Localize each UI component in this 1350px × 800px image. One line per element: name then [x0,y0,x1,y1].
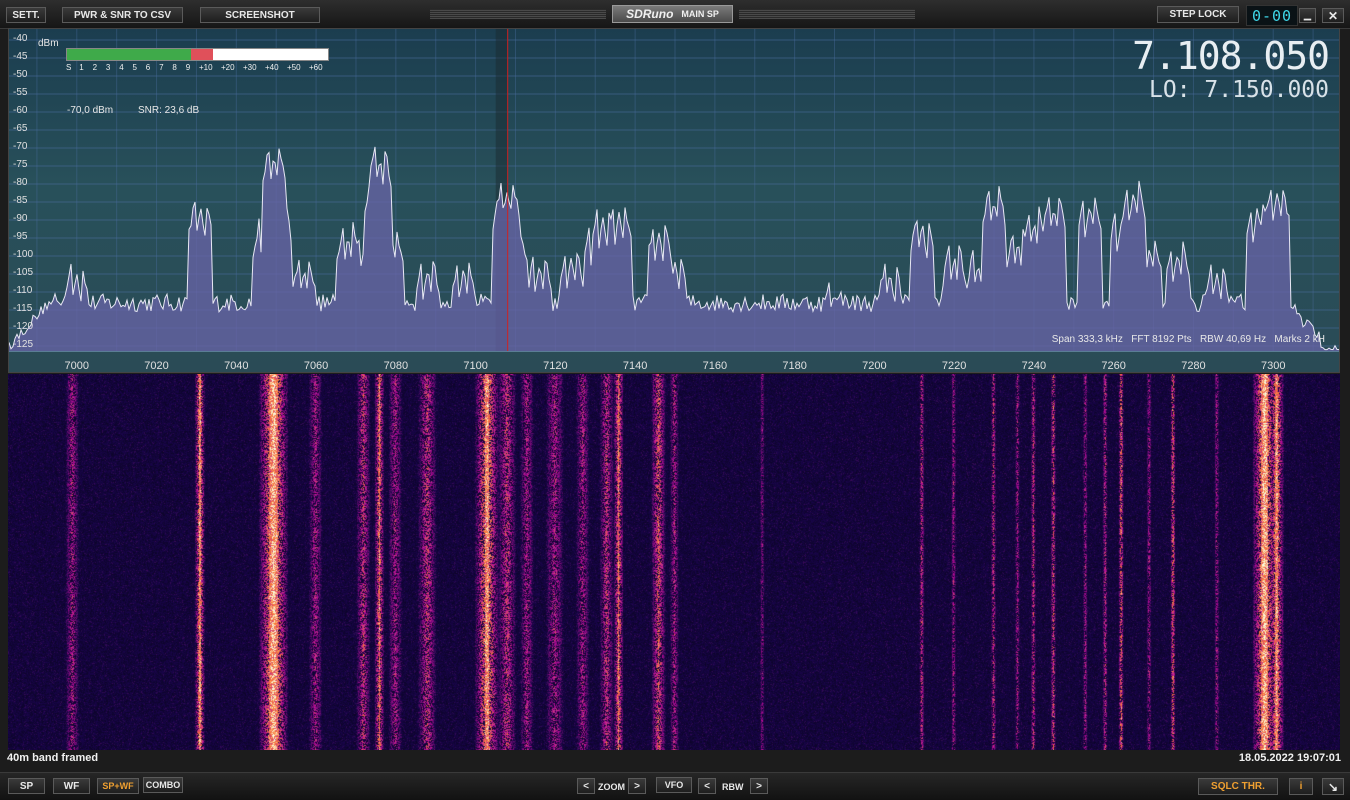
sp-mode-button[interactable]: SP [8,778,45,794]
waterfall-canvas[interactable] [8,374,1340,750]
rbw-label: RBW [722,782,744,792]
zoom-label: ZOOM [598,782,625,792]
spectrum-info: Span 333,3 kHz FFT 8192 Pts RBW 40,69 Hz… [1051,334,1325,345]
zoom-out-button[interactable]: < [577,778,595,794]
screenshot-button[interactable]: SCREENSHOT [200,7,320,23]
unit-label: dBm [38,38,59,49]
y-tick-label: -125 [13,339,34,350]
s-meter-tick: 9 [185,63,191,72]
drag-grip-left[interactable] [430,9,606,19]
bottom-bar: SP WF SP+WF COMBO < ZOOM > VFO < RBW > S… [0,772,1350,800]
x-tick-label: 7060 [303,360,329,372]
axis-divider [9,351,1339,352]
s-meter-tick: +10 [199,63,213,72]
y-tick-label: -40 [13,33,28,44]
waterfall-caption: 40m band framed [7,752,99,764]
x-tick-label: 7140 [622,360,648,372]
y-tick-label: -60 [13,105,28,116]
resize-icon[interactable]: ↘ [1322,778,1344,795]
s-meter-tick: 8 [172,63,177,72]
s-meter-tick: 1 [79,63,84,72]
s-meter-tick: S [66,63,72,72]
y-tick-label: -120 [13,321,34,332]
pwr-snr-csv-button[interactable]: PWR & SNR TO CSV [62,7,183,23]
x-tick-label: 7240 [1021,360,1047,372]
lo-frequency[interactable]: 7.150.000 [1204,77,1329,103]
s-meter-tick: +30 [243,63,257,72]
y-tick-label: -75 [13,159,28,170]
x-tick-label: 7200 [862,360,887,372]
step-lock-button[interactable]: STEP LOCK [1157,6,1239,23]
window-name: MAIN SP [681,9,719,19]
x-tick-label: 7000 [64,360,90,372]
y-tick-label: -80 [13,177,28,188]
close-button[interactable]: ✕ [1322,8,1344,23]
y-tick-label: -70 [13,141,28,152]
s-meter [66,48,329,61]
y-tick-label: -105 [13,267,34,278]
y-tick-label: -55 [13,87,28,98]
s-meter-tick: +60 [309,63,323,72]
x-tick-label: 7260 [1101,360,1126,372]
window-title-plate[interactable]: SDRuno MAIN SP [612,5,733,23]
vfo-button[interactable]: VFO [656,777,692,793]
rbw-decrease-button[interactable]: < [698,778,716,794]
y-tick-label: -100 [13,249,34,260]
s-meter-tick: +50 [287,63,301,72]
power-readout: -70,0 dBm [67,105,114,116]
wf-mode-button[interactable]: WF [53,778,90,794]
frequency-display[interactable]: 7.108.050 [1132,34,1330,78]
y-tick-label: -50 [13,69,28,80]
x-tick-label: 7100 [463,360,488,372]
sdruno-logo: SDRuno [626,7,674,21]
spectrum-panel[interactable]: -40 -45 -50 -55 -60 -65 -70 -75 -80 -85 -90 -95 -100… [8,28,1340,373]
info-button[interactable]: i [1289,778,1313,795]
lo-label: LO: [1149,77,1191,103]
waterfall-timestamp: 18.05.2022 19:07:01 [1238,752,1341,764]
x-tick-label: 7300 [1260,360,1286,372]
spectrum-plot[interactable] [9,29,1340,373]
s-meter-tick: +20 [221,63,235,72]
sqlc-threshold-button[interactable]: SQLC THR. [1198,778,1278,795]
s-meter-scale: S 1 2 3 4 5 6 7 8 9 +10 +20 +30 +40 +50 +60 [66,63,336,75]
x-tick-label: 7080 [383,360,409,372]
zoom-in-button[interactable]: > [628,778,646,794]
s-meter-tick: 3 [105,63,111,72]
y-tick-label: -95 [13,231,28,242]
title-bar: SETT. PWR & SNR TO CSV SCREENSHOT SDRuno… [0,0,1350,29]
rbw-increase-button[interactable]: > [750,778,768,794]
x-tick-label: 7160 [702,360,728,372]
x-tick-label: 7040 [224,360,249,372]
y-tick-label: -65 [13,123,28,134]
settings-button[interactable]: SETT. [6,7,46,23]
x-tick-label: 7180 [782,360,807,372]
x-tick-label: 7120 [543,360,568,372]
s-meter-tick: 6 [145,63,151,72]
s-meter-tick: +40 [265,63,279,72]
minimize-button[interactable]: ▁ [1299,8,1316,23]
s-meter-tick: 4 [119,63,124,72]
x-tick-label: 7280 [1181,360,1206,372]
y-tick-label: -45 [13,51,28,62]
y-tick-label: -85 [13,195,28,206]
waterfall-panel[interactable] [8,374,1340,750]
x-tick-label: 7220 [941,360,967,372]
x-tick-label: 7020 [144,360,169,372]
drag-grip-right[interactable] [739,9,915,19]
snr-readout: SNR: 23,6 dB [138,105,200,116]
y-tick-label: -115 [13,303,33,314]
s-meter-tick: 5 [132,63,137,72]
y-tick-label: -110 [13,285,33,296]
s-meter-fill [67,49,214,60]
y-tick-label: -90 [13,213,28,224]
sp-wf-mode-button[interactable]: SP+WF [97,778,139,794]
s-meter-tick: 2 [92,63,98,72]
combo-mode-button[interactable]: COMBO [143,777,183,793]
step-display: 0-00 [1246,5,1298,26]
s-meter-tick: 7 [159,63,164,72]
